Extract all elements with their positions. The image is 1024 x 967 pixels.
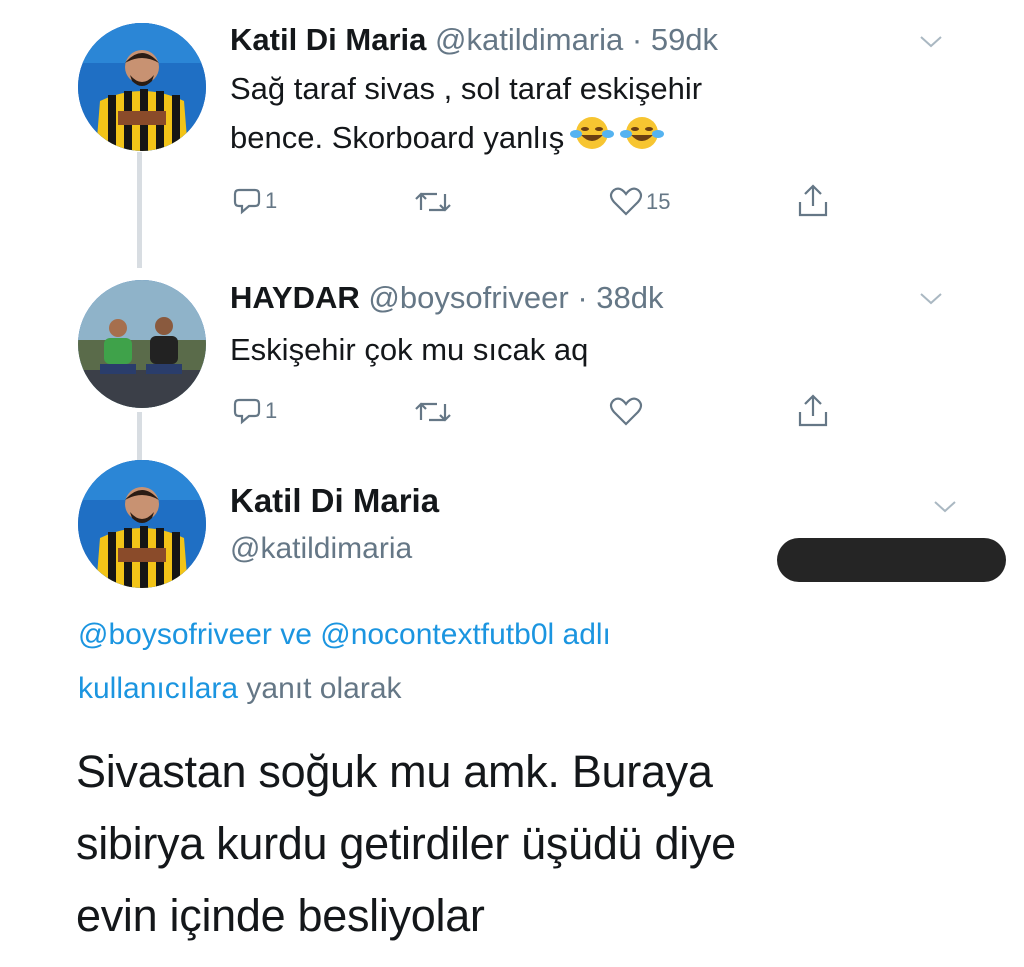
retweet-icon bbox=[415, 192, 451, 212]
reply-context: @boysofriveer ve @nocontextfutb0l adlı bbox=[78, 610, 611, 660]
reply-icon bbox=[233, 188, 261, 215]
like-button[interactable]: 15 bbox=[609, 187, 670, 217]
tweet-header: Katil Di Maria @katildimaria · 59dk bbox=[230, 22, 718, 58]
avatar[interactable] bbox=[78, 460, 206, 588]
reply-button[interactable]: 1 bbox=[232, 186, 277, 216]
display-name[interactable]: Katil Di Maria bbox=[230, 482, 439, 520]
like-count: 15 bbox=[646, 189, 671, 214]
face-with-tears-of-joy-icon bbox=[570, 117, 615, 149]
avatar[interactable] bbox=[78, 23, 206, 151]
thread-line bbox=[137, 152, 142, 268]
tweet-text: Eskişehir çok mu sıcak aq bbox=[230, 329, 588, 371]
face-with-tears-of-joy-icon bbox=[620, 117, 665, 149]
display-name[interactable]: HAYDAR bbox=[230, 280, 360, 315]
reply-button[interactable]: 1 bbox=[232, 396, 277, 426]
timestamp[interactable]: · 38dk bbox=[577, 280, 663, 315]
handle[interactable]: @katildimaria bbox=[435, 22, 623, 57]
reply-context-suffix: yanıt olarak bbox=[246, 672, 402, 705]
share-button[interactable] bbox=[796, 182, 830, 220]
timestamp[interactable]: · 59dk bbox=[632, 22, 718, 57]
share-button[interactable] bbox=[796, 392, 830, 430]
reply-icon bbox=[233, 398, 261, 425]
retweet-button[interactable] bbox=[413, 188, 453, 216]
reply-count: 1 bbox=[265, 188, 278, 213]
chevron-down-icon[interactable] bbox=[932, 498, 958, 516]
mention-link[interactable]: @boysofriveer bbox=[78, 618, 272, 651]
tweet-text-line: bence. Skorboard yanlış bbox=[230, 114, 702, 159]
redaction-bar bbox=[777, 538, 1006, 582]
reply-context: kullanıcılara yanıt olarak bbox=[78, 664, 402, 714]
like-icon bbox=[609, 397, 643, 426]
tweet-text: Sağ taraf sivas , sol taraf eskişehir be… bbox=[230, 68, 702, 159]
tweet-text-line: evin içinde besliyolar bbox=[76, 890, 485, 941]
reply-context-suffix: adlı bbox=[562, 618, 611, 651]
avatar[interactable] bbox=[78, 280, 206, 408]
handle[interactable]: @katildimaria bbox=[230, 532, 412, 566]
like-button[interactable] bbox=[609, 397, 643, 427]
tweet-text-line: Sağ taraf sivas , sol taraf eskişehir bbox=[230, 71, 703, 106]
display-name[interactable]: Katil Di Maria bbox=[230, 22, 426, 57]
chevron-down-icon[interactable] bbox=[918, 33, 944, 51]
tweet-text-line: Sivastan soğuk mu amk. Buraya bbox=[76, 746, 713, 797]
tweet-header: HAYDAR @boysofriveer · 38dk bbox=[230, 280, 664, 316]
like-icon bbox=[609, 187, 643, 216]
reply-conjunction: ve bbox=[280, 618, 312, 651]
thread-line bbox=[137, 412, 142, 462]
handle[interactable]: @boysofriveer bbox=[368, 280, 568, 315]
reply-count: 1 bbox=[265, 398, 278, 423]
share-icon bbox=[798, 394, 828, 427]
mention-link[interactable]: kullanıcılara bbox=[78, 672, 238, 705]
retweet-icon bbox=[415, 402, 451, 422]
tweet-text-line: Eskişehir çok mu sıcak aq bbox=[230, 332, 589, 367]
tweet-text: Sivastan soğuk mu amk. Buraya sibirya ku… bbox=[76, 738, 736, 950]
retweet-button[interactable] bbox=[413, 398, 453, 426]
chevron-down-icon[interactable] bbox=[918, 290, 944, 308]
mention-link[interactable]: @nocontextfutb0l bbox=[320, 618, 554, 651]
tweet-text-line: sibirya kurdu getirdiler üşüdü diye bbox=[76, 818, 736, 869]
share-icon bbox=[798, 184, 828, 217]
